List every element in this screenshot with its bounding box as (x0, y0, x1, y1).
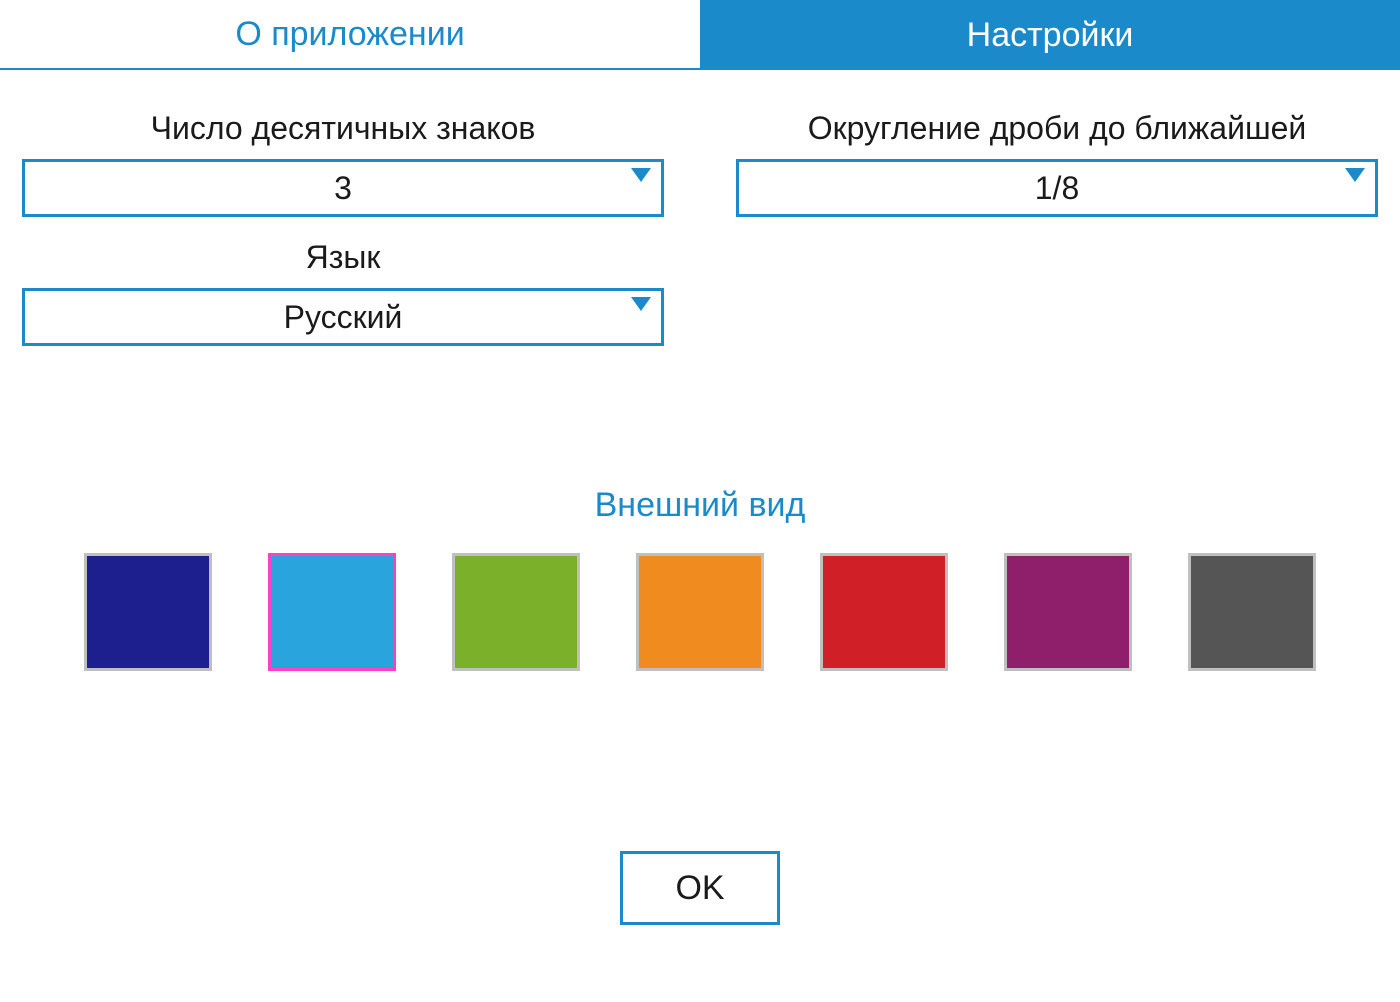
tab-settings[interactable]: Настройки (700, 0, 1400, 70)
color-swatch-3[interactable] (636, 553, 764, 671)
color-swatch-0[interactable] (84, 553, 212, 671)
decimal-places-value: 3 (334, 170, 352, 207)
ok-button-label: OK (675, 869, 724, 908)
tab-about-label: О приложении (235, 15, 464, 54)
color-swatch-4[interactable] (820, 553, 948, 671)
color-swatch-row (22, 553, 1378, 671)
color-swatch-5[interactable] (1004, 553, 1132, 671)
chevron-down-icon (1345, 168, 1365, 182)
fraction-round-value: 1/8 (1035, 170, 1079, 207)
language-value: Русский (284, 299, 403, 336)
color-swatch-6[interactable] (1188, 553, 1316, 671)
language-label: Язык (306, 239, 381, 276)
color-swatch-2[interactable] (452, 553, 580, 671)
ok-button[interactable]: OK (620, 851, 780, 925)
tab-about[interactable]: О приложении (0, 0, 700, 70)
fraction-round-label: Округление дроби до ближайшей (808, 110, 1307, 147)
tab-settings-label: Настройки (967, 16, 1134, 55)
fraction-round-select[interactable]: 1/8 (736, 159, 1378, 217)
decimal-places-select[interactable]: 3 (22, 159, 664, 217)
appearance-label: Внешний вид (22, 486, 1378, 525)
color-swatch-1[interactable] (268, 553, 396, 671)
decimal-places-label: Число десятичных знаков (151, 110, 536, 147)
chevron-down-icon (631, 297, 651, 311)
language-select[interactable]: Русский (22, 288, 664, 346)
chevron-down-icon (631, 168, 651, 182)
